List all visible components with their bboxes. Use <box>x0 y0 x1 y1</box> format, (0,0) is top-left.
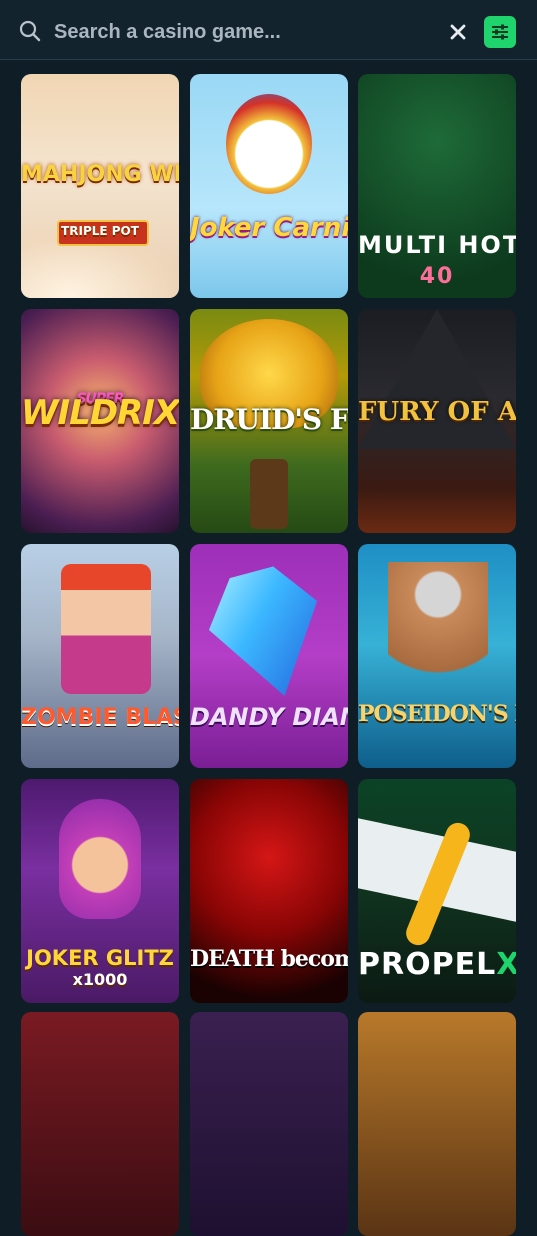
game-tile-joker-glitz[interactable]: JOKER GLITZ x1000 <box>21 779 179 1003</box>
game-subtitle: TRIPLE POT <box>61 224 139 238</box>
filter-button[interactable] <box>484 16 516 48</box>
game-tile-death-becomes-you[interactable]: DEATH becomes YOU <box>190 779 348 1003</box>
game-title: ZOMBIE BLASTERS <box>21 705 179 730</box>
game-title: PROPELX <box>358 949 516 981</box>
game-artwork <box>358 544 516 768</box>
game-artwork <box>21 544 179 768</box>
game-title-suffix: X <box>496 947 516 982</box>
game-subtitle: x1000 <box>72 970 128 989</box>
game-tile[interactable] <box>21 1012 179 1236</box>
game-title: FURY OF ANUBIS <box>358 397 516 427</box>
game-artwork <box>190 544 348 768</box>
game-artwork <box>190 1012 348 1236</box>
close-icon[interactable] <box>446 20 470 44</box>
game-tile-joker-carnival[interactable]: Joker Carnival <box>190 74 348 298</box>
game-title: Joker Carnival <box>190 213 348 243</box>
game-title: DEATH becomes YOU <box>190 946 348 972</box>
game-tile[interactable] <box>358 1012 516 1236</box>
game-tile-fury-of-anubis[interactable]: FURY OF ANUBIS <box>358 309 516 533</box>
game-title: POSEIDON'S REALM <box>358 701 516 727</box>
game-title: DANDY DIAMONDS <box>190 703 348 731</box>
search-icon <box>19 20 41 42</box>
game-artwork <box>21 1012 179 1236</box>
game-subtitle: 40 <box>419 264 455 289</box>
game-title: DRUID'S FORTUNE <box>190 403 348 436</box>
game-title: WILDRIX <box>21 393 179 433</box>
game-tile-druids-fortune[interactable]: DRUID'S FORTUNE <box>190 309 348 533</box>
game-tile-multi-hot-40[interactable]: MULTI HOT 40 <box>358 74 516 298</box>
game-title: MULTI HOT <box>358 231 516 259</box>
game-artwork <box>358 1012 516 1236</box>
game-title: MAHJONG WINS <box>21 162 179 187</box>
game-artwork <box>190 74 348 298</box>
game-tile-mahjong-wins[interactable]: MAHJONG WINS TRIPLE POT <box>21 74 179 298</box>
game-title: JOKER GLITZ <box>26 946 174 970</box>
game-tile-zombie-blasters[interactable]: ZOMBIE BLASTERS <box>21 544 179 768</box>
search-input[interactable] <box>52 14 436 50</box>
game-tile-propelx[interactable]: PROPELX <box>358 779 516 1003</box>
game-tile[interactable] <box>190 1012 348 1236</box>
filter-sliders-icon <box>492 24 508 40</box>
game-tile-super-wildrix[interactable]: SUPER WILDRIX <box>21 309 179 533</box>
game-tile-poseidons-realm[interactable]: POSEIDON'S REALM <box>358 544 516 768</box>
game-grid: MAHJONG WINS TRIPLE POT Joker Carnival M… <box>0 74 537 1236</box>
game-tile-dandy-diamonds[interactable]: DANDY DIAMONDS <box>190 544 348 768</box>
search-bar <box>0 0 537 60</box>
